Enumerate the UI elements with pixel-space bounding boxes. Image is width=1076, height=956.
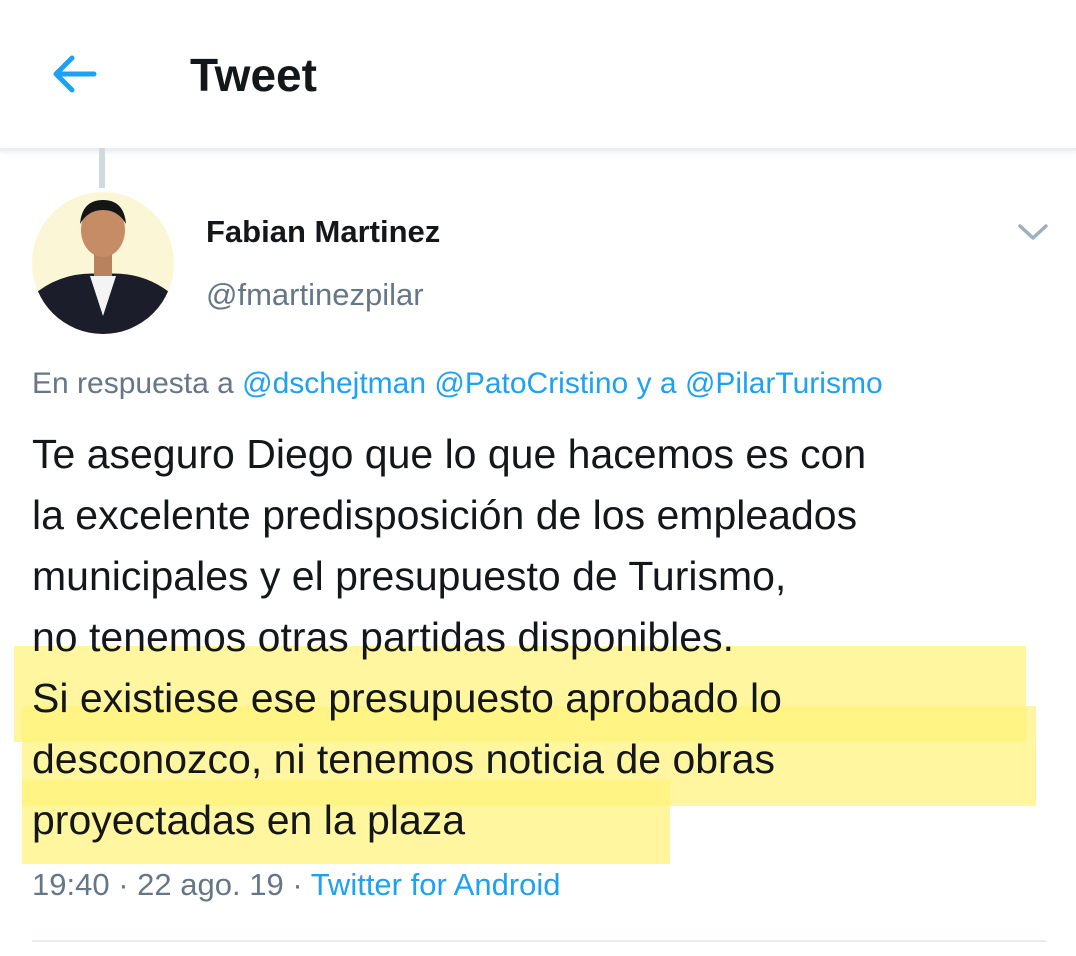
mention-link[interactable]: @dschejtman: [242, 367, 426, 400]
reply-prefix: En respuesta a: [32, 367, 234, 400]
avatar[interactable]: [32, 192, 174, 334]
reply-connector[interactable]: y a: [637, 367, 677, 400]
thread-connector-line: [99, 148, 105, 188]
arrow-left-icon[interactable]: [48, 52, 98, 96]
tweet-date[interactable]: 22 ago. 19: [137, 867, 284, 902]
author-name[interactable]: Fabian Martinez: [206, 214, 440, 250]
page-title: Tweet: [190, 49, 317, 101]
author-handle[interactable]: @fmartinezpilar: [206, 277, 424, 313]
mention-link[interactable]: @PilarTurismo: [685, 367, 883, 400]
divider: [32, 940, 1046, 942]
chevron-down-icon[interactable]: [1016, 220, 1050, 244]
meta-separator: ·: [292, 867, 303, 902]
mention-link[interactable]: @PatoCristino: [434, 367, 628, 400]
tweet-source-link[interactable]: Twitter for Android: [311, 867, 561, 902]
meta-separator: ·: [118, 867, 129, 902]
tweet-time[interactable]: 19:40: [32, 867, 110, 902]
app-header: Tweet: [0, 0, 1076, 151]
reply-context: En respuesta a @dschejtman @PatoCristino…: [32, 367, 883, 401]
tweet-text: Te aseguro Diego que lo que hacemos es c…: [32, 431, 867, 843]
tweet-meta: 19:40 · 22 ago. 19 · Twitter for Android: [32, 867, 561, 903]
